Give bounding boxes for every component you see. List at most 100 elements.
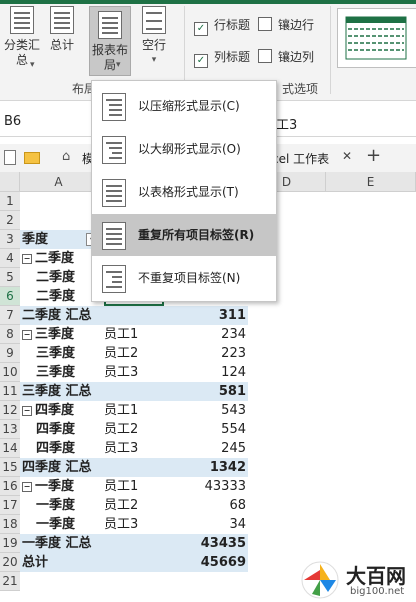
row-header[interactable]: 20 (0, 553, 20, 572)
ribbon-accent-bar (0, 0, 416, 4)
employee-cell[interactable]: 员工3 (104, 515, 138, 534)
row-header[interactable]: 7 (0, 306, 20, 325)
report-layout-button[interactable]: 报表布 局 (89, 6, 131, 76)
select-all-corner[interactable] (0, 172, 20, 192)
formula-input[interactable]: 工3 (276, 114, 297, 133)
report-layout-option[interactable]: 不重复项目标签(N) (92, 257, 276, 299)
quarter-cell[interactable]: 三季度 (36, 344, 75, 363)
row-header[interactable]: 1 (0, 192, 20, 211)
quarter-cell[interactable]: 一季度 (36, 496, 75, 515)
pivot-style-gallery[interactable] (337, 8, 416, 68)
value-cell[interactable]: 581 (170, 382, 246, 401)
quarter-cell[interactable]: − 三季度 (22, 325, 74, 344)
quarter-cell[interactable]: − 四季度 (22, 401, 74, 420)
cell-text: 四季度 汇总 (22, 460, 92, 475)
row-header[interactable]: 8 (0, 325, 20, 344)
row-header[interactable]: 12 (0, 401, 20, 420)
subtotal-label[interactable]: 二季度 汇总 (22, 306, 92, 325)
blank-rows-button[interactable]: 空行 ▾ (136, 6, 172, 68)
name-box[interactable]: B6 (4, 114, 21, 129)
row-header[interactable]: 9 (0, 344, 20, 363)
subtotal-label[interactable]: 一季度 汇总 (22, 534, 92, 553)
quarter-cell[interactable]: 二季度 (36, 268, 75, 287)
layout-option-icon (102, 265, 126, 293)
employee-cell[interactable]: 员工2 (104, 344, 138, 363)
quarter-cell[interactable]: 四季度 (36, 420, 75, 439)
folder-icon[interactable] (24, 152, 40, 164)
employee-cell[interactable]: 员工1 (104, 401, 138, 420)
row-header[interactable]: 17 (0, 496, 20, 515)
employee-cell[interactable]: 员工1 (104, 325, 138, 344)
cell-text: 一季度 (36, 517, 76, 532)
subtotals-button[interactable]: 分类汇 总 (2, 6, 42, 68)
add-tab-icon[interactable]: + (366, 145, 381, 166)
row-header[interactable]: 15 (0, 458, 20, 477)
row-header[interactable]: 19 (0, 534, 20, 553)
employee-cell[interactable]: 员工3 (104, 439, 138, 458)
grand-totals-button[interactable]: 总计 (46, 6, 78, 53)
column-header-a[interactable]: A (20, 172, 98, 192)
value-cell[interactable]: 223 (170, 344, 246, 363)
row-header[interactable]: 18 (0, 515, 20, 534)
row-header[interactable]: 3 (0, 230, 20, 249)
row-header[interactable]: 6 (0, 287, 20, 306)
quarter-cell[interactable]: 二季度 (36, 287, 75, 306)
value-cell[interactable]: 43333 (170, 477, 246, 496)
quarter-cell[interactable]: − 二季度 (22, 249, 74, 268)
value-cell[interactable]: 124 (170, 363, 246, 382)
employee-cell[interactable]: 员工2 (104, 420, 138, 439)
employee-cell[interactable]: 员工3 (104, 363, 138, 382)
value-cell[interactable]: 234 (170, 325, 246, 344)
value-cell[interactable]: 1342 (170, 458, 246, 477)
subtotal-label[interactable]: 总计 (22, 553, 48, 572)
col-headers-checkbox[interactable]: ✓ 列标题 (194, 48, 250, 68)
quarter-cell[interactable]: 四季度 (36, 439, 75, 458)
report-layout-option[interactable]: 以表格形式显示(T) (92, 171, 276, 213)
value-cell[interactable]: 245 (170, 439, 246, 458)
row-header[interactable]: 16 (0, 477, 20, 496)
row-header[interactable]: 10 (0, 363, 20, 382)
quarter-cell[interactable]: 三季度 (36, 363, 75, 382)
row-headers-checkbox[interactable]: ✓ 行标题 (194, 16, 250, 36)
report-layout-option[interactable]: 以大纲形式显示(O) (92, 128, 276, 170)
row-header[interactable]: 13 (0, 420, 20, 439)
report-layout-option-label: 以压缩形式显示(C) (138, 99, 240, 113)
value-cell[interactable]: 543 (170, 401, 246, 420)
col-headers-label: 列标题 (214, 50, 251, 64)
quarter-cell[interactable]: − 一季度 (22, 477, 74, 496)
row-header[interactable]: 21 (0, 572, 20, 591)
pivot-row-field-label[interactable]: 季度 (22, 230, 48, 249)
cell-text: 一季度 (35, 479, 75, 494)
row-header[interactable]: 2 (0, 211, 20, 230)
banded-rows-checkbox[interactable]: 镶边行 (258, 16, 314, 33)
row-header[interactable]: 11 (0, 382, 20, 401)
report-layout-option[interactable]: 重复所有项目标签(R) (92, 214, 276, 256)
close-icon[interactable]: ✕ (342, 149, 352, 163)
value-cell[interactable]: 311 (170, 306, 246, 325)
quarter-cell[interactable]: 一季度 (36, 515, 75, 534)
value-cell[interactable]: 68 (170, 496, 246, 515)
workbook-tab-label[interactable]: cel 工作表 (272, 150, 329, 167)
collapse-icon[interactable]: − (22, 482, 32, 492)
row-header[interactable]: 5 (0, 268, 20, 287)
report-layout-option[interactable]: 以压缩形式显示(C) (92, 85, 276, 127)
row-header[interactable]: 4 (0, 249, 20, 268)
value-cell[interactable]: 43435 (170, 534, 246, 553)
new-document-icon[interactable] (4, 150, 16, 165)
value-cell[interactable]: 554 (170, 420, 246, 439)
collapse-icon[interactable]: − (22, 330, 32, 340)
value-cell[interactable]: 45669 (170, 553, 246, 572)
employee-cell[interactable]: 员工1 (104, 477, 138, 496)
collapse-icon[interactable]: − (22, 406, 32, 416)
subtotal-label[interactable]: 三季度 汇总 (22, 382, 92, 401)
home-icon[interactable]: ⌂ (62, 149, 70, 164)
banded-cols-checkbox[interactable]: 镶边列 (258, 48, 314, 65)
row-header[interactable]: 14 (0, 439, 20, 458)
subtotal-label[interactable]: 四季度 汇总 (22, 458, 92, 477)
employee-cell[interactable]: 员工2 (104, 496, 138, 515)
cell-text: 四季度 (35, 403, 75, 418)
collapse-icon[interactable]: − (22, 254, 32, 264)
value-cell[interactable]: 34 (170, 515, 246, 534)
column-header-e[interactable]: E (326, 172, 416, 192)
banded-rows-box-icon (258, 17, 272, 31)
